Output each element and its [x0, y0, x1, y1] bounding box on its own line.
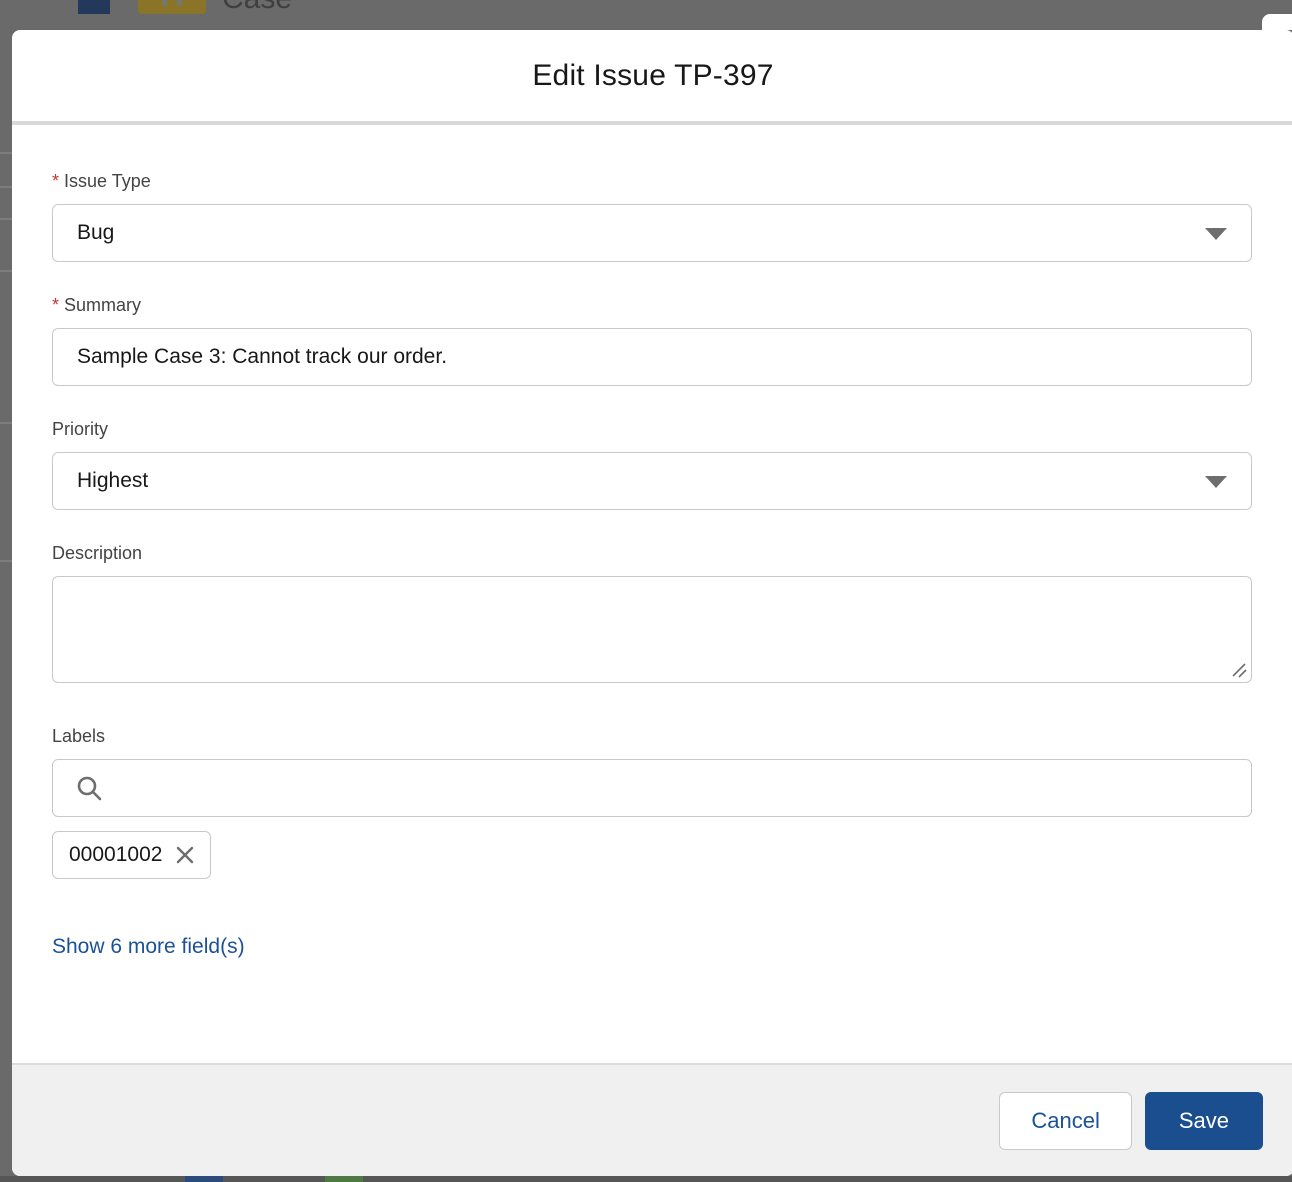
chip-remove-button[interactable]	[174, 844, 196, 866]
labels-label: Labels	[52, 726, 1252, 747]
issue-type-label: *Issue Type	[52, 171, 1252, 192]
cancel-button[interactable]: Cancel	[999, 1092, 1131, 1150]
backdrop-row-line	[0, 270, 12, 272]
labels-search-input[interactable]	[52, 759, 1252, 817]
backdrop-row-line	[0, 152, 12, 154]
backdrop-row-line	[0, 218, 12, 220]
backdrop-fragment	[325, 1176, 363, 1182]
issue-type-value: Bug	[77, 221, 114, 245]
dropdown-arrow-icon	[1205, 228, 1227, 240]
priority-label: Priority	[52, 419, 1252, 440]
summary-input[interactable]	[52, 328, 1252, 386]
modal-footer: Cancel Save	[12, 1063, 1292, 1176]
label-chip-text: 00001002	[69, 843, 162, 867]
show-more-fields-link[interactable]: Show 6 more field(s)	[52, 935, 245, 959]
backdrop-left-strip	[0, 30, 12, 1176]
search-icon	[76, 775, 102, 801]
nav-tab-icon	[78, 0, 110, 14]
backdrop-notch	[1262, 14, 1292, 30]
field-description: Description	[52, 543, 1252, 683]
backdrop-page-bottom	[0, 1176, 1292, 1182]
briefcase-handle	[162, 0, 182, 6]
priority-value: Highest	[77, 469, 148, 493]
label-chip: 00001002	[52, 831, 211, 879]
backdrop-row-line	[0, 560, 12, 562]
backdrop-fragment	[185, 1176, 223, 1182]
case-briefcase-icon	[138, 0, 206, 14]
backdrop-page-top: Case	[0, 0, 1292, 30]
summary-label: *Summary	[52, 295, 1252, 316]
field-summary: *Summary	[52, 295, 1252, 386]
description-label: Description	[52, 543, 1252, 564]
dropdown-arrow-icon	[1205, 476, 1227, 488]
field-priority: Priority Highest	[52, 419, 1252, 510]
field-issue-type: *Issue Type Bug	[52, 171, 1252, 262]
required-asterisk: *	[52, 295, 59, 315]
priority-select[interactable]: Highest	[52, 452, 1252, 510]
issue-type-select[interactable]: Bug	[52, 204, 1252, 262]
edit-issue-modal: Edit Issue TP-397 *Issue Type Bug *Summa…	[12, 30, 1292, 1176]
modal-title: Edit Issue TP-397	[532, 59, 773, 93]
description-textarea[interactable]	[52, 576, 1252, 683]
close-icon	[175, 845, 195, 865]
backdrop-row-line	[0, 422, 12, 424]
screen: Case Edit Issue TP-397 *Issue Type Bug	[0, 0, 1292, 1182]
backdrop-page-title: Case	[222, 0, 292, 16]
backdrop-row-line	[0, 186, 12, 188]
field-labels: Labels 00001002	[52, 726, 1252, 879]
modal-body: *Issue Type Bug *Summary Priority Highes…	[12, 125, 1292, 1063]
save-button[interactable]: Save	[1145, 1092, 1263, 1150]
labels-chip-row: 00001002	[52, 831, 1252, 879]
modal-header: Edit Issue TP-397	[12, 30, 1292, 125]
required-asterisk: *	[52, 171, 59, 191]
